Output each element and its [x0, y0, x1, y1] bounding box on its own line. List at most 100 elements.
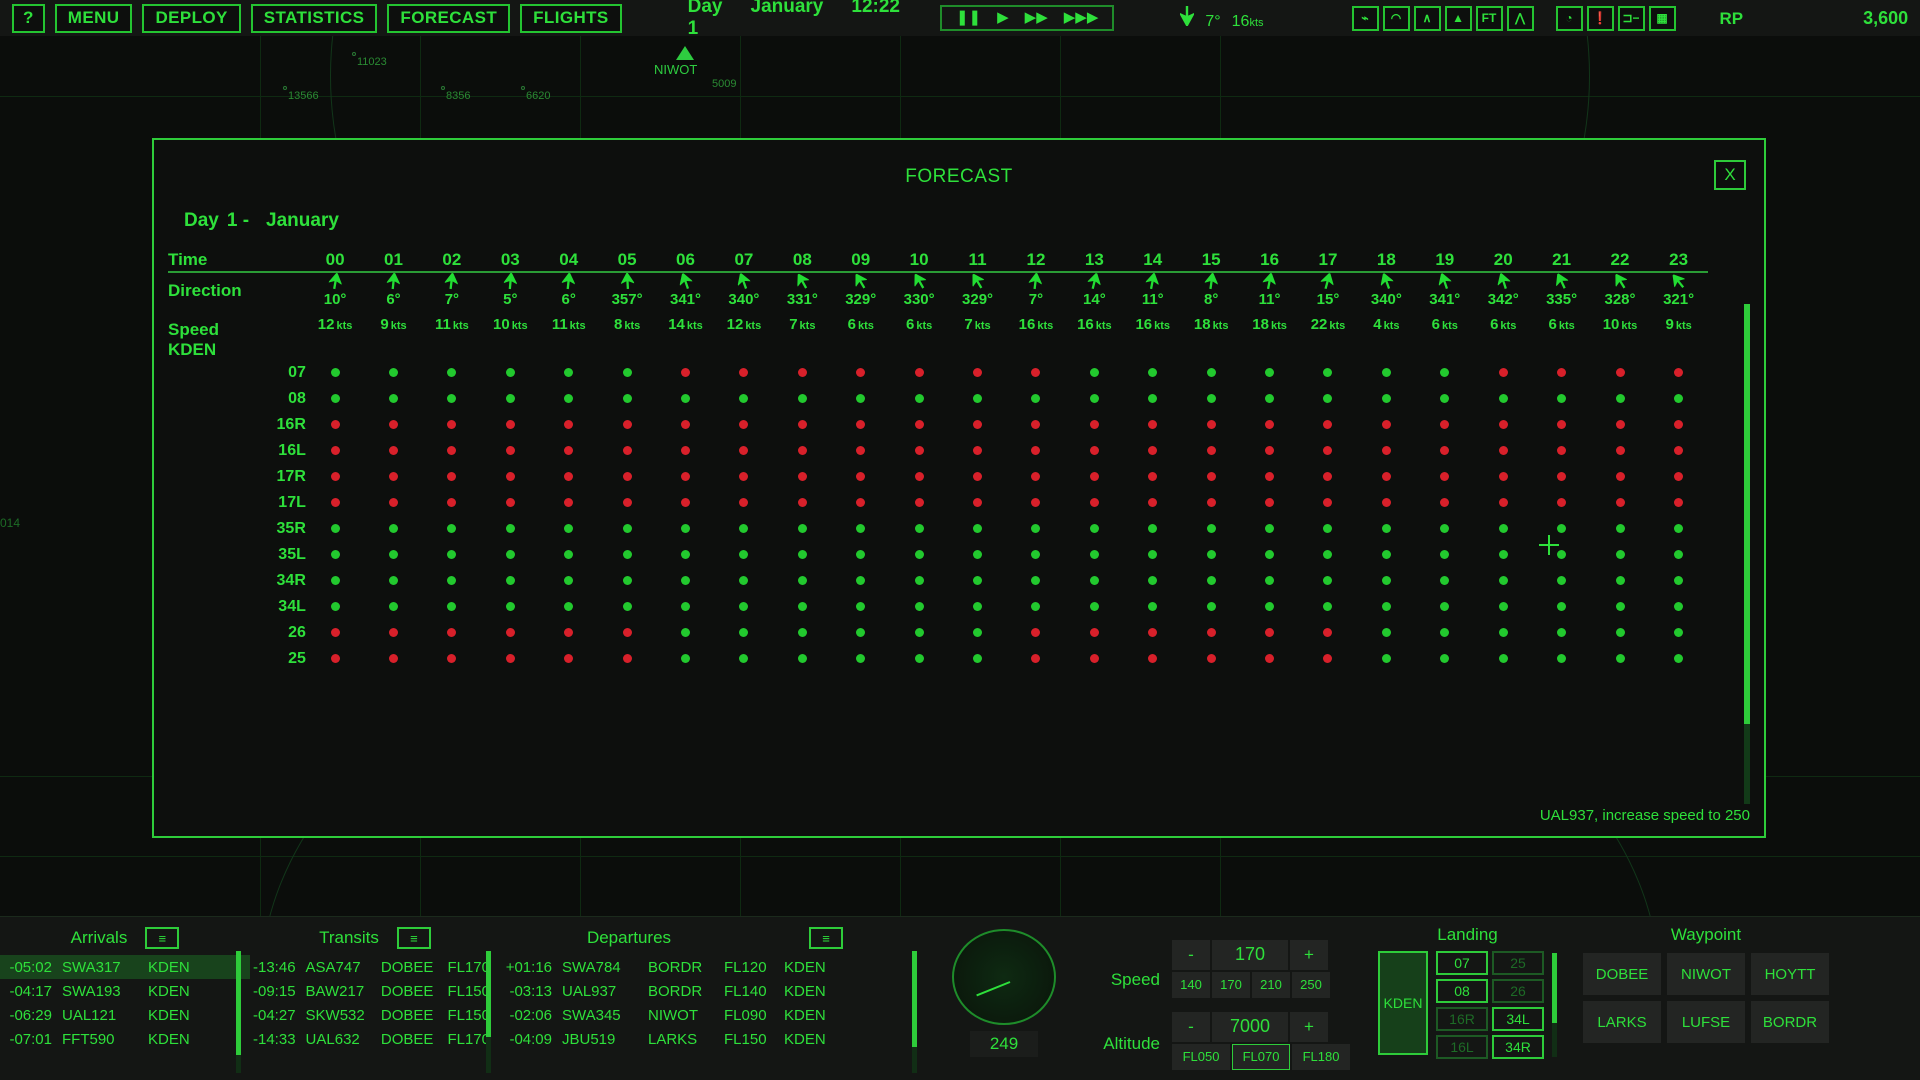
runway-blocked-dot: [1381, 420, 1391, 429]
flight-strip-row[interactable]: -07:01 FFT590 KDEN: [0, 1027, 250, 1051]
transits-scrollbar[interactable]: [486, 951, 491, 1073]
forecast-speed-unit: kts: [1621, 319, 1638, 332]
speed-preset-170[interactable]: 170: [1212, 971, 1250, 998]
runway-blocked-dot: [1674, 446, 1684, 455]
wind-arrow-icon: [444, 272, 459, 290]
waypoint-button-niwot[interactable]: NIWOT: [1667, 953, 1745, 995]
heading-gauge[interactable]: [952, 929, 1056, 1025]
altitude-value[interactable]: 7000: [1212, 1011, 1288, 1042]
transits-callsign: ASA747: [305, 958, 361, 976]
help-button[interactable]: ?: [12, 3, 45, 33]
landing-scrollbar-thumb[interactable]: [1552, 953, 1557, 1023]
pie-tool-icon[interactable]: ◔: [1555, 5, 1583, 31]
flight-strip-row[interactable]: -04:09 JBU519 LARKS FL150 KDEN: [500, 1027, 930, 1051]
altitude-preset-fl050[interactable]: FL050: [1172, 1043, 1230, 1070]
route-tool-icon[interactable]: ⌁: [1351, 5, 1379, 31]
forecast-direction-value-00: 10°: [323, 291, 347, 308]
fast-forward-button[interactable]: ▶▶: [1025, 9, 1048, 27]
exit-tool-icon[interactable]: ⊐−: [1617, 5, 1645, 31]
flight-strip-row[interactable]: -02:06 SWA345 NIWOT FL090 KDEN: [500, 1003, 930, 1027]
mountain-tool-icon[interactable]: ⋀: [1506, 5, 1534, 31]
flight-strip-row[interactable]: -04:17 SWA193 KDEN: [0, 979, 250, 1003]
transits-menu-icon[interactable]: ≡: [396, 927, 431, 949]
arrivals-menu-icon[interactable]: ≡: [145, 927, 180, 949]
waypoint-button-dobee[interactable]: DOBEE: [1583, 953, 1661, 995]
arrivals-scrollbar-thumb[interactable]: [236, 951, 241, 1055]
alert-tool-icon[interactable]: ❗: [1586, 5, 1614, 31]
waypoint-marker-niwot[interactable]: [676, 46, 694, 60]
flight-strip-row[interactable]: -05:02 SWA317 KDEN: [0, 955, 250, 979]
departures-scrollbar[interactable]: [912, 951, 917, 1073]
forecast-runway-cell-25-14: [1124, 646, 1182, 672]
arrivals-time: -05:02: [9, 958, 52, 976]
reputation-group: RP 3,600: [1720, 8, 1909, 29]
landing-runway-button-08[interactable]: 08: [1436, 979, 1488, 1003]
flight-strip-row[interactable]: -09:15 BAW217 DOBEE FL150: [250, 979, 500, 1003]
landing-runway-button-07[interactable]: 07: [1436, 951, 1488, 975]
landing-runway-button-34l[interactable]: 34L: [1492, 1007, 1544, 1031]
flight-strip-row[interactable]: -13:46 ASA747 DOBEE FL170: [250, 955, 500, 979]
altitude-preset-fl070[interactable]: FL070: [1232, 1043, 1290, 1070]
landing-scrollbar[interactable]: [1552, 953, 1557, 1057]
landing-runway-button-16r[interactable]: 16R: [1436, 1007, 1488, 1031]
departures-list[interactable]: +01:16 SWA784 BORDR FL120 KDEN -03:13 UAL937 BO…: [500, 955, 930, 1051]
forecast-scroll-area[interactable]: Time 00 01 02 03 04 05 06 07 08 09 10 11 12 13 14 15 16 17…: [168, 250, 1728, 822]
forecast-runway-cell-07-10: [890, 360, 948, 386]
departures-scrollbar-thumb[interactable]: [912, 951, 917, 1047]
landing-airport-button[interactable]: KDEN: [1378, 951, 1428, 1055]
landing-runway-button-16l[interactable]: 16L: [1436, 1035, 1488, 1059]
speed-preset-250[interactable]: 250: [1292, 971, 1330, 998]
forecast-runway-cell-26-02: [423, 620, 481, 646]
forecast-runway-cell-35L-01: [364, 542, 422, 568]
flight-strip-row[interactable]: -03:13 UAL937 BORDR FL140 KDEN: [500, 979, 930, 1003]
speed-preset-210[interactable]: 210: [1252, 971, 1290, 998]
arrivals-list[interactable]: -05:02 SWA317 KDEN -04:17 SWA193 KDEN -06:29 UA…: [0, 955, 250, 1051]
flights-button[interactable]: FLIGHTS: [520, 3, 622, 33]
flight-strip-row[interactable]: -04:27 SKW532 DOBEE FL150: [250, 1003, 500, 1027]
forecast-button[interactable]: FORECAST: [387, 3, 511, 33]
forecast-scrollbar[interactable]: [1744, 304, 1750, 804]
forecast-runway-cell-08-07: [715, 386, 773, 412]
speed-value[interactable]: 170: [1212, 939, 1288, 970]
transits-list[interactable]: -13:46 ASA747 DOBEE FL170 -09:15 BAW217 DOBEE F…: [250, 955, 500, 1051]
play-button[interactable]: ▶: [997, 9, 1009, 27]
forecast-runway-cell-35L-22: [1591, 542, 1649, 568]
speed-increment-button[interactable]: +: [1290, 939, 1328, 970]
feet-unit-tool-icon[interactable]: FT: [1475, 5, 1503, 31]
forecast-runway-cell-08-02: [423, 386, 481, 412]
forecast-runway-cell-16R-09: [832, 412, 890, 438]
runway-blocked-dot: [564, 498, 574, 507]
landing-runway-button-34r[interactable]: 34R: [1492, 1035, 1544, 1059]
forecast-runway-cell-34R-15: [1182, 568, 1240, 594]
waypoint-button-lufse[interactable]: LUFSE: [1667, 1001, 1745, 1043]
forecast-runway-cell-34R-13: [1065, 568, 1123, 594]
close-icon[interactable]: X: [1714, 160, 1746, 190]
waypoint-button-bordr[interactable]: BORDR: [1751, 1001, 1829, 1043]
altitude-decrement-button[interactable]: -: [1172, 1011, 1210, 1042]
flight-strip-row[interactable]: -14:33 UAL632 DOBEE FL170: [250, 1027, 500, 1051]
deploy-button[interactable]: DEPLOY: [142, 3, 241, 33]
menu-button[interactable]: MENU: [54, 3, 133, 33]
forecast-scrollbar-thumb[interactable]: [1744, 304, 1750, 724]
departures-menu-icon[interactable]: ≡: [809, 927, 844, 949]
speed-preset-140[interactable]: 140: [1172, 971, 1210, 998]
speed-decrement-button[interactable]: -: [1172, 939, 1210, 970]
landing-runway-button-26[interactable]: 26: [1492, 979, 1544, 1003]
statistics-button[interactable]: STATISTICS: [250, 3, 378, 33]
transits-scrollbar-thumb[interactable]: [486, 951, 491, 1037]
landing-runway-button-25[interactable]: 25: [1492, 951, 1544, 975]
max-speed-button[interactable]: ▶▶▶: [1064, 9, 1099, 27]
grid-tool-icon[interactable]: ▦: [1648, 5, 1676, 31]
altitude-increment-button[interactable]: +: [1290, 1011, 1328, 1042]
arrivals-scrollbar[interactable]: [236, 951, 241, 1073]
flight-strip-row[interactable]: -06:29 UAL121 KDEN: [0, 1003, 250, 1027]
flight-strip-row[interactable]: +01:16 SWA784 BORDR FL120 KDEN: [500, 955, 930, 979]
terrain-low-tool-icon[interactable]: ∧: [1413, 5, 1441, 31]
weather-tool-icon[interactable]: ◠: [1382, 5, 1410, 31]
altitude-preset-fl180[interactable]: FL180: [1292, 1043, 1350, 1070]
terrain-high-tool-icon[interactable]: ▲: [1444, 5, 1472, 31]
pause-button[interactable]: ❚❚: [956, 9, 981, 27]
waypoint-button-hoytt[interactable]: HOYTT: [1751, 953, 1829, 995]
waypoint-button-larks[interactable]: LARKS: [1583, 1001, 1661, 1043]
forecast-runway-cell-07-16: [1240, 360, 1298, 386]
